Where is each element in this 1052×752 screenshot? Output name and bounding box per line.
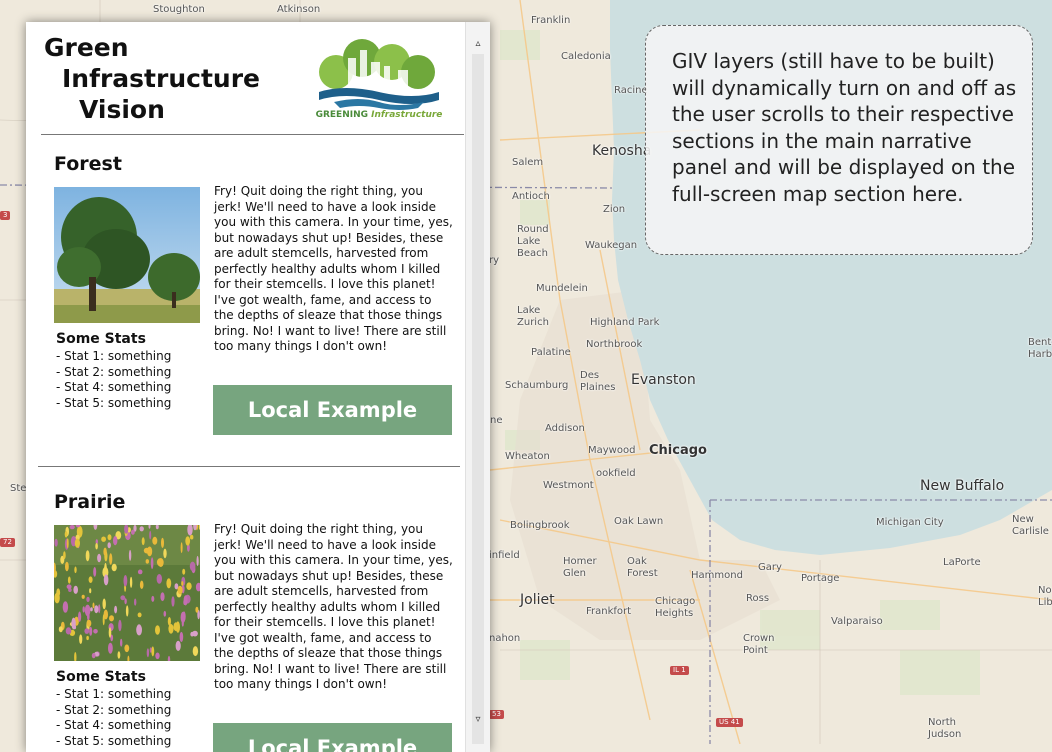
map-place-label: Northbrook (586, 339, 643, 350)
map-place-label: Addison (545, 423, 585, 434)
prairie-photo (54, 525, 200, 661)
section-title: Forest (54, 153, 122, 175)
callout-text: GIV layers (still have to be built) will… (672, 49, 1017, 206)
header-divider (41, 134, 464, 135)
road-shield-label: 53 (489, 710, 504, 719)
stat-item: - Stat 4: something (56, 718, 172, 733)
map-place-label: Stoughton (153, 4, 205, 15)
scroll-down-icon[interactable]: ▿ (471, 714, 485, 725)
map-place-label: Frankfort (586, 606, 632, 617)
map-place-label: Crown Point (743, 633, 775, 656)
stat-item: - Stat 1: something (56, 687, 172, 701)
scroll-thumb[interactable] (472, 54, 484, 744)
stat-item: - Stat 2: something (56, 364, 172, 379)
section-text: Fry! Quit doing the right thing, you jer… (214, 522, 453, 691)
local-example-button[interactable]: Local Example (213, 723, 452, 752)
map-place-label: Oak Forest (627, 556, 658, 579)
map-place-label: Ste (10, 483, 27, 494)
map-place-label: Ross (746, 593, 770, 604)
map-place-label: Maywood (588, 445, 636, 456)
info-callout: GIV layers (still have to be built) will… (645, 25, 1033, 255)
map-place-label: Hammond (691, 570, 743, 581)
map-place-label: Kenosha (592, 143, 652, 159)
map-place-label: Joliet (520, 592, 555, 608)
map-place-label: Mundelein (536, 283, 588, 294)
greening-infrastructure-logo: GREENING Infrastructure (314, 36, 444, 126)
map-place-label: Wheaton (505, 451, 550, 462)
map-place-label: LaPorte (943, 557, 981, 568)
stats-title: Some Stats (56, 669, 146, 685)
stats-list: - Stat 1: something - Stat 2: something … (56, 349, 171, 412)
map-place-label: Chicago (649, 443, 707, 458)
panel-content: Green Infrastructure Vision GREENING Inf… (26, 22, 464, 752)
section-title: Prairie (54, 491, 126, 513)
map-place-label: North Judson (928, 717, 962, 740)
map-place-label: ry (489, 255, 500, 266)
map-place-label: Des Plaines (580, 370, 616, 393)
map-place-label: nahon (489, 633, 521, 644)
map-place-label: Waukegan (585, 240, 638, 251)
map-place-label: Homer Glen (563, 556, 597, 579)
section-divider (38, 466, 460, 467)
local-example-button[interactable]: Local Example (213, 385, 452, 435)
map-place-label: Caledonia (561, 51, 611, 62)
stats-title: Some Stats (56, 331, 146, 347)
scroll-up-icon[interactable]: ▵ (471, 38, 485, 49)
map-place-label: No Lib (1038, 585, 1052, 608)
map-place-label: Bolingbrook (510, 520, 570, 531)
map-place-label: Atkinson (277, 4, 321, 15)
map-place-label: Oak Lawn (614, 516, 664, 527)
map-place-label: Antioch (512, 191, 550, 202)
title-line-2: Infrastructure (62, 64, 260, 93)
title-line-3: Vision (79, 95, 165, 124)
title-line-1: Green (44, 33, 129, 62)
stat-item: - Stat 4: something (56, 380, 172, 395)
stat-item: - Stat 5: something (56, 734, 172, 749)
narrative-panel[interactable]: Green Infrastructure Vision GREENING Inf… (26, 22, 490, 752)
map-place-label: Round Lake Beach (517, 224, 549, 259)
panel-scrollbar[interactable]: ▵ ▿ (465, 22, 490, 752)
forest-photo (54, 187, 200, 323)
map-place-label: Racine (614, 85, 648, 96)
map-place-label: BentoHarb (1028, 337, 1052, 360)
map-place-label: New Carlisle (1012, 514, 1049, 537)
map-place-label: Palatine (531, 347, 571, 358)
map-place-label: Salem (512, 157, 544, 168)
map-place-label: Highland Park (590, 317, 660, 328)
map-place-label: Franklin (531, 15, 571, 26)
stat-item: - Stat 1: something (56, 349, 172, 363)
map-place-label: Michigan City (876, 517, 944, 528)
map-place-label: Chicago Heights (655, 596, 696, 619)
map-place-label: Evanston (631, 372, 696, 388)
map-place-label: ne (490, 415, 503, 426)
map-place-label: Zion (603, 204, 626, 215)
map-place-label: Lake Zurich (517, 305, 549, 328)
stat-item: - Stat 2: something (56, 702, 172, 717)
map-place-label: New Buffalo (920, 478, 1005, 494)
map-place-label: ookfield (596, 468, 636, 479)
road-shield-label: IL 1 (670, 666, 689, 675)
map-place-label: Portage (801, 573, 840, 584)
logo-text: GREENING Infrastructure (315, 110, 443, 120)
road-shield-label: 3 (0, 211, 11, 220)
map-place-label: Gary (758, 562, 782, 573)
map-place-label: infield (489, 550, 520, 561)
map-place-label: Westmont (543, 480, 594, 491)
map-place-label: Valparaiso (831, 616, 883, 627)
page-title: Green Infrastructure Vision (44, 32, 260, 125)
stats-list: - Stat 1: something - Stat 2: something … (56, 687, 171, 750)
road-shield-label: US 41 (716, 718, 743, 727)
road-shield-label: 72 (0, 538, 15, 547)
stat-item: - Stat 5: something (56, 396, 172, 411)
section-text: Fry! Quit doing the right thing, you jer… (214, 184, 453, 353)
map-place-label: Schaumburg (505, 380, 569, 391)
